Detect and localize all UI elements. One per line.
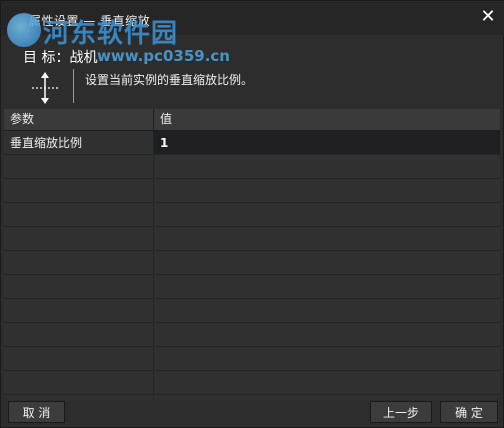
value-cell[interactable] (154, 347, 500, 371)
param-cell: 垂直缩放比例 (4, 131, 154, 155)
param-cell (4, 203, 154, 227)
table-row[interactable] (4, 299, 500, 323)
table-row[interactable] (4, 275, 500, 299)
value-cell[interactable] (154, 395, 500, 399)
table-row[interactable] (4, 395, 500, 399)
table-row[interactable] (4, 227, 500, 251)
table-row[interactable] (4, 251, 500, 275)
param-cell (4, 179, 154, 203)
param-cell (4, 323, 154, 347)
param-cell (4, 155, 154, 179)
table-row[interactable] (4, 179, 500, 203)
watermark-url: www.pc0359.cn (97, 47, 230, 65)
close-icon: ✕ (480, 5, 496, 27)
watermark-brand: 河东软件园 (43, 19, 179, 49)
header-param[interactable]: 参数 (4, 109, 154, 130)
param-cell (4, 395, 154, 399)
value-cell[interactable] (154, 203, 500, 227)
value-cell[interactable] (154, 299, 500, 323)
previous-button[interactable]: 上一步 (370, 401, 432, 423)
property-dialog: 属性设置 — 垂直缩放 ✕ 河东软件园 www.pc0359.cn 目 标：战机… (0, 0, 504, 428)
param-cell (4, 371, 154, 395)
value-cell[interactable] (154, 227, 500, 251)
description-text: 设置当前实例的垂直缩放比例。 (85, 73, 254, 87)
table-row[interactable] (4, 203, 500, 227)
property-grid: 参数 值 垂直缩放比例 1 (4, 109, 500, 399)
table-row[interactable] (4, 323, 500, 347)
param-cell (4, 347, 154, 371)
table-row[interactable] (4, 347, 500, 371)
param-cell (4, 299, 154, 323)
cancel-button[interactable]: 取 消 (8, 401, 65, 423)
value-cell[interactable] (154, 323, 500, 347)
param-cell (4, 251, 154, 275)
value-cell[interactable] (154, 371, 500, 395)
table-row[interactable]: 垂直缩放比例 1 (4, 131, 500, 155)
param-cell (4, 227, 154, 251)
table-row[interactable] (4, 155, 500, 179)
param-cell (4, 275, 154, 299)
table-row[interactable] (4, 371, 500, 395)
target-label: 目 标：战机 (23, 50, 98, 66)
header-value[interactable]: 值 (154, 109, 500, 130)
value-cell[interactable]: 1 (154, 131, 500, 155)
close-button[interactable]: ✕ (477, 5, 499, 27)
description-divider (73, 69, 74, 103)
value-cell[interactable] (154, 275, 500, 299)
watermark-logo-icon (7, 13, 41, 47)
vertical-scale-icon (32, 72, 58, 104)
value-cell[interactable] (154, 251, 500, 275)
value-cell[interactable] (154, 179, 500, 203)
value-cell[interactable] (154, 155, 500, 179)
grid-header: 参数 值 (4, 109, 500, 131)
ok-button[interactable]: 确 定 (440, 401, 498, 423)
